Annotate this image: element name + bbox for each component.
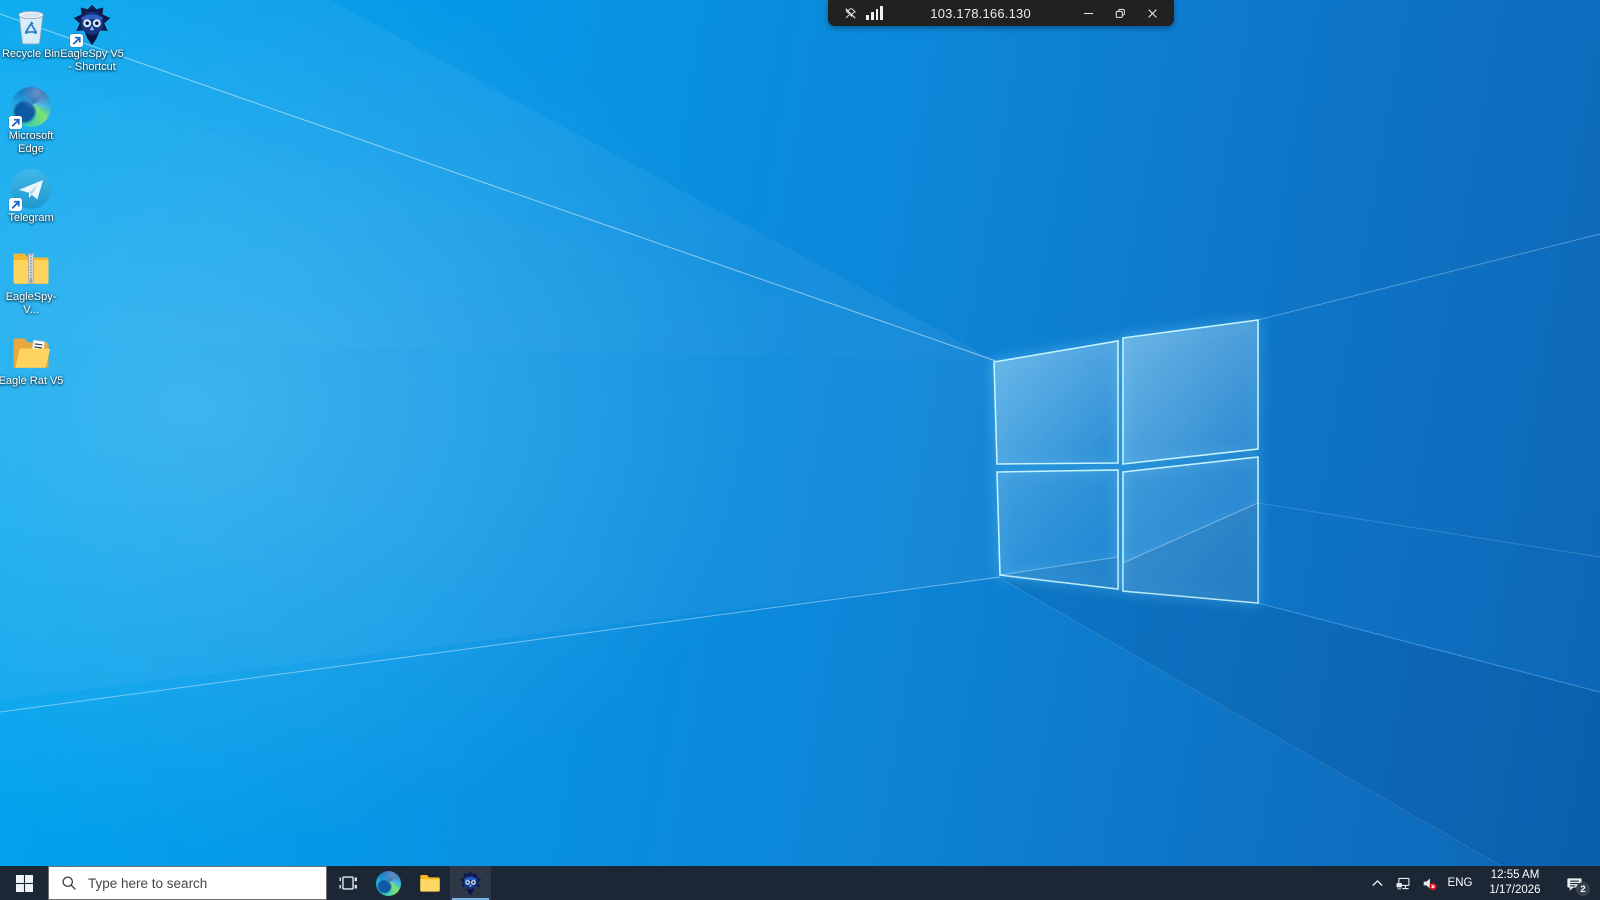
desktop-icon-microsoft-edge[interactable]: Microsoft Edge — [0, 86, 64, 156]
recycle-bin-icon — [10, 4, 52, 46]
connection-signal-icon — [866, 6, 883, 20]
file-explorer-icon — [418, 871, 442, 895]
task-view-button[interactable] — [327, 866, 368, 900]
clock-time: 12:55 AM — [1491, 868, 1540, 883]
pin-off-icon — [843, 6, 858, 21]
telegram-icon — [10, 168, 52, 210]
connection-restore-button[interactable] — [1104, 1, 1136, 25]
shortcut-arrow-icon — [9, 116, 22, 129]
volume-muted-button[interactable] — [1416, 866, 1442, 900]
search-icon — [61, 875, 77, 891]
windows-logo-wallpaper-art — [0, 0, 1600, 900]
desktop-icon-label: EagleSpy V5 - Shortcut — [59, 48, 125, 74]
notification-badge: 2 — [1576, 882, 1590, 896]
desktop-wallpaper — [0, 0, 1600, 900]
connection-close-button[interactable] — [1136, 1, 1168, 25]
remote-desktop-screen: Recycle Bin EagleSpy V5 - Shortcut — [0, 0, 1600, 900]
desktop-icon-eaglespy-shortcut[interactable]: EagleSpy V5 - Shortcut — [59, 4, 125, 74]
taskbar-app-file-explorer[interactable] — [409, 866, 450, 900]
clock-date: 1/17/2026 — [1489, 883, 1540, 898]
remote-connection-bar: 103.178.166.130 — [828, 0, 1174, 26]
network-icon — [1395, 875, 1412, 892]
desktop-icon-telegram[interactable]: Telegram — [0, 168, 64, 225]
search-input[interactable] — [86, 875, 310, 892]
pin-connection-bar-button[interactable] — [834, 4, 866, 23]
connection-window-controls — [1072, 1, 1168, 25]
taskbar: ENG 12:55 AM 1/17/2026 2 — [0, 866, 1600, 900]
task-view-icon — [337, 872, 359, 894]
desktop-icon-label: Recycle Bin — [2, 48, 60, 61]
desktop-icon-recycle-bin[interactable]: Recycle Bin — [0, 4, 64, 61]
desktop-icon-label: Microsoft Edge — [0, 130, 64, 156]
desktop-icon-label: Telegram — [8, 212, 53, 225]
folder-icon — [10, 331, 52, 373]
desktop-icon-eaglespy-zip[interactable]: EagleSpy-V... — [0, 247, 64, 317]
clock[interactable]: 12:55 AM 1/17/2026 — [1478, 866, 1552, 900]
taskbar-app-edge[interactable] — [368, 866, 409, 900]
edge-icon — [10, 86, 52, 128]
desktop-icon-label: EagleSpy-V... — [0, 291, 64, 317]
action-center-button[interactable]: 2 — [1552, 866, 1596, 900]
chevron-up-icon — [1369, 875, 1386, 892]
eaglespy-owl-icon — [71, 4, 113, 46]
taskbar-app-eaglespy[interactable] — [450, 866, 491, 900]
zip-folder-icon — [10, 247, 52, 289]
connection-minimize-button[interactable] — [1072, 1, 1104, 25]
system-tray: ENG 12:55 AM 1/17/2026 2 — [1364, 866, 1600, 900]
edge-icon — [376, 871, 401, 896]
eaglespy-owl-icon — [458, 871, 483, 896]
language-indicator[interactable]: ENG — [1442, 866, 1478, 900]
close-icon — [1144, 5, 1161, 22]
connection-ip-address: 103.178.166.130 — [889, 6, 1072, 21]
restore-icon — [1112, 5, 1129, 22]
minimize-icon — [1080, 5, 1097, 22]
shortcut-arrow-icon — [9, 198, 22, 211]
network-status-button[interactable] — [1390, 866, 1416, 900]
windows-start-icon — [16, 875, 33, 892]
desktop-icon-eagle-rat-folder[interactable]: Eagle Rat V5 — [0, 331, 64, 388]
desktop-icon-label: Eagle Rat V5 — [0, 375, 63, 388]
start-button[interactable] — [0, 866, 48, 900]
show-hidden-icons-button[interactable] — [1364, 866, 1390, 900]
volume-muted-icon — [1421, 875, 1438, 892]
taskbar-search[interactable] — [48, 866, 327, 900]
shortcut-arrow-icon — [70, 34, 83, 47]
